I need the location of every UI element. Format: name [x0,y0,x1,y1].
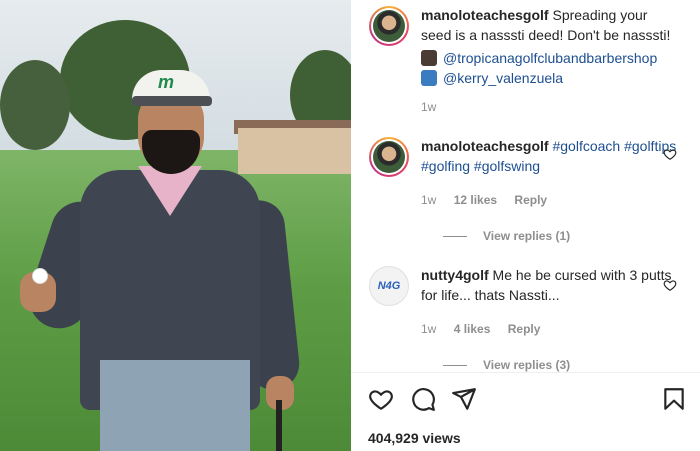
mention-link[interactable]: @kerry_valenzuela [443,70,563,86]
commenter-avatar[interactable]: N4G [369,266,409,306]
view-replies-label: View replies (3) [483,358,571,372]
comment-icon[interactable] [410,386,436,412]
comment-meta: 1w 12 likes Reply [421,193,561,207]
caption-meta: 1w [421,100,450,114]
action-bar [351,382,700,416]
post-video[interactable]: m [0,0,351,451]
person-pants [100,360,250,451]
mention-link[interactable]: @tropicanagolfclubandbarbershop [443,50,657,66]
comments-scroll[interactable]: manoloteachesgolf Spreading your seed is… [351,0,700,372]
reply-button[interactable]: Reply [508,322,541,336]
comments-panel: manoloteachesgolf Spreading your seed is… [351,0,700,451]
comment-username[interactable]: nutty4golf [421,267,489,283]
person-cap-brim [132,96,212,106]
comment-time[interactable]: 1w [421,193,436,207]
comment-text: manoloteachesgolf #golfcoach #golftips #… [421,137,679,176]
person-emoji-icon [421,69,437,86]
barber-emoji-icon [421,50,437,66]
replies-divider [443,364,467,366]
mention-line: @kerry_valenzuela [421,69,679,89]
view-count[interactable]: 404,929 views [368,430,461,446]
replies-divider [443,235,467,237]
comment-likes[interactable]: 12 likes [454,193,497,207]
paper-plane-icon[interactable] [451,386,477,412]
golf-club [276,400,282,451]
caption-time[interactable]: 1w [421,100,436,114]
heart-icon[interactable] [368,386,394,412]
heart-icon[interactable] [663,147,677,161]
mention-line: @tropicanagolfclubandbarbershop [421,49,679,69]
view-replies-button[interactable]: View replies (1) [443,229,570,243]
comment-likes[interactable]: 4 likes [454,322,491,336]
view-replies-button[interactable]: View replies (3) [443,358,570,372]
comment-username[interactable]: manoloteachesgolf [421,138,549,154]
avatar-logo: N4G [377,280,401,292]
view-replies-label: View replies (1) [483,229,571,243]
reply-button[interactable]: Reply [514,193,547,207]
comment-text: nutty4golf Me he be cursed with 3 putts … [421,266,679,305]
bookmark-icon[interactable] [661,386,687,412]
golf-ball [32,268,48,284]
comment-time[interactable]: 1w [421,322,436,336]
author-avatar[interactable] [369,6,409,46]
cap-logo: m [158,72,175,92]
caption-username[interactable]: manoloteachesgolf [421,7,549,23]
video-person: m [20,60,302,451]
caption-text: manoloteachesgolf Spreading your seed is… [421,6,679,88]
comment-meta: 1w 4 likes Reply [421,322,554,336]
commenter-avatar[interactable] [369,137,409,177]
heart-icon[interactable] [663,278,677,292]
actions-divider [351,372,700,373]
